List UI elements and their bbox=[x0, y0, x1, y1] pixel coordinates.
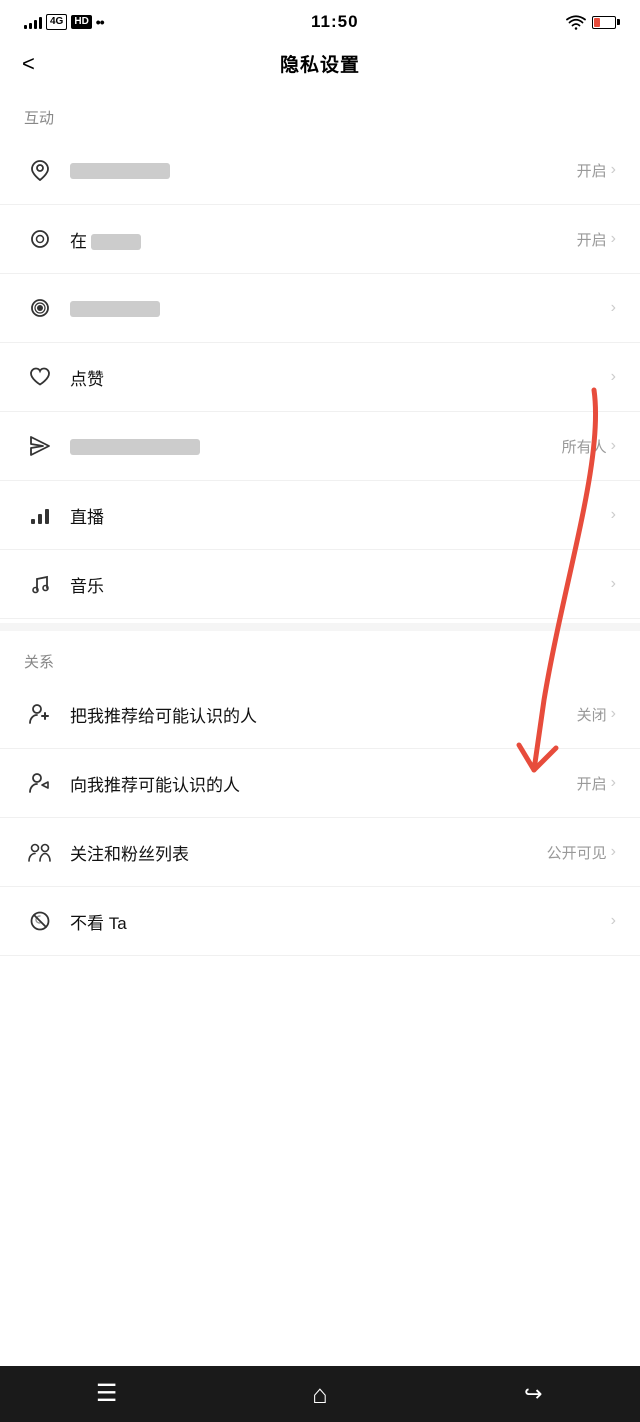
menu-item-status[interactable]: 在 开启 › bbox=[0, 205, 640, 274]
battery-icon bbox=[592, 16, 616, 29]
signal-bars-icon bbox=[24, 15, 42, 29]
location-text bbox=[70, 160, 577, 180]
location-icon bbox=[24, 154, 56, 186]
status-icon bbox=[24, 223, 56, 255]
4g-badge: 4G bbox=[46, 14, 67, 30]
like-text: 点赞 bbox=[70, 365, 611, 390]
follow-fans-right: 公开可见 › bbox=[547, 842, 616, 863]
dots-icon: •• bbox=[96, 14, 104, 30]
recommend-to-me-text: 向我推荐可能认识的人 bbox=[70, 771, 577, 796]
block-right: › bbox=[611, 912, 616, 930]
follow-fans-icon bbox=[24, 836, 56, 868]
back-icon-bottom: ↩ bbox=[524, 1383, 542, 1405]
section-divider bbox=[0, 623, 640, 631]
status-chevron: › bbox=[611, 230, 616, 248]
bottom-nav-menu[interactable]: ☰ bbox=[77, 1374, 137, 1414]
bottom-nav: ☰ ⌂ ↩ bbox=[0, 1366, 640, 1422]
recommend-me-chevron: › bbox=[611, 705, 616, 723]
menu-item-send[interactable]: 所有人 › bbox=[0, 412, 640, 481]
menu-item-follow-fans[interactable]: 关注和粉丝列表 公开可见 › bbox=[0, 818, 640, 887]
send-status: 所有人 bbox=[562, 436, 607, 457]
music-right: › bbox=[611, 575, 616, 593]
location-status: 开启 bbox=[577, 160, 607, 181]
recommend-to-me-chevron: › bbox=[611, 774, 616, 792]
recommend-to-me-status: 开启 bbox=[577, 773, 607, 794]
menu-item-recommend-me[interactable]: 把我推荐给可能认识的人 关闭 › bbox=[0, 680, 640, 749]
status-right-val: 开启 › bbox=[577, 229, 616, 250]
status-left: 4G HD •• bbox=[24, 14, 104, 30]
recommend-me-text: 把我推荐给可能认识的人 bbox=[70, 702, 577, 727]
status-bar: 4G HD •• 11:50 bbox=[0, 0, 640, 40]
back-button[interactable]: < bbox=[22, 51, 35, 77]
menu-item-like[interactable]: 点赞 › bbox=[0, 343, 640, 412]
recommend-to-me-right: 开启 › bbox=[577, 773, 616, 794]
live-text: 直播 bbox=[70, 503, 611, 528]
recommend-to-me-icon bbox=[24, 767, 56, 799]
view-chevron: › bbox=[611, 299, 616, 317]
bottom-nav-home[interactable]: ⌂ bbox=[290, 1374, 350, 1414]
menu-icon-bottom: ☰ bbox=[96, 1382, 118, 1406]
live-chevron: › bbox=[611, 506, 616, 524]
music-text: 音乐 bbox=[70, 572, 611, 597]
follow-fans-status: 公开可见 bbox=[547, 842, 607, 863]
view-icon bbox=[24, 292, 56, 324]
section-label-hudong: 互动 bbox=[0, 91, 640, 136]
music-chevron: › bbox=[611, 575, 616, 593]
menu-item-view[interactable]: › bbox=[0, 274, 640, 343]
like-right: › bbox=[611, 368, 616, 386]
view-text bbox=[70, 298, 611, 318]
location-chevron: › bbox=[611, 161, 616, 179]
view-right: › bbox=[611, 299, 616, 317]
live-icon bbox=[24, 499, 56, 531]
menu-item-live[interactable]: 直播 › bbox=[0, 481, 640, 550]
menu-item-recommend-to-me[interactable]: 向我推荐可能认识的人 开启 › bbox=[0, 749, 640, 818]
menu-item-block[interactable]: 不看 Ta › bbox=[0, 887, 640, 956]
guanxi-items-container: 把我推荐给可能认识的人 关闭 › 向我推荐可能认识的人 开启 › bbox=[0, 680, 640, 956]
location-right: 开启 › bbox=[577, 160, 616, 181]
music-icon bbox=[24, 568, 56, 600]
menu-item-location[interactable]: 开启 › bbox=[0, 136, 640, 205]
recommend-me-icon bbox=[24, 698, 56, 730]
live-right: › bbox=[611, 506, 616, 524]
block-icon bbox=[24, 905, 56, 937]
menu-item-music[interactable]: 音乐 › bbox=[0, 550, 640, 619]
like-chevron: › bbox=[611, 368, 616, 386]
recommend-me-status: 关闭 bbox=[577, 704, 607, 725]
block-chevron: › bbox=[611, 912, 616, 930]
page-title: 隐私设置 bbox=[280, 50, 360, 77]
follow-fans-text: 关注和粉丝列表 bbox=[70, 840, 547, 865]
hd-badge: HD bbox=[71, 15, 91, 29]
nav-bar: < 隐私设置 bbox=[0, 40, 640, 91]
send-chevron: › bbox=[611, 437, 616, 455]
send-text bbox=[70, 436, 562, 456]
recommend-me-right: 关闭 › bbox=[577, 704, 616, 725]
status-right bbox=[566, 15, 616, 30]
bottom-nav-back[interactable]: ↩ bbox=[503, 1374, 563, 1414]
wifi-icon bbox=[566, 15, 586, 30]
send-right: 所有人 › bbox=[562, 436, 616, 457]
block-text: 不看 Ta bbox=[70, 909, 611, 934]
section-label-guanxi: 关系 bbox=[0, 635, 640, 680]
like-icon bbox=[24, 361, 56, 393]
follow-fans-chevron: › bbox=[611, 843, 616, 861]
status-status: 开启 bbox=[577, 229, 607, 250]
send-icon bbox=[24, 430, 56, 462]
status-text: 在 bbox=[70, 227, 577, 252]
status-time: 11:50 bbox=[311, 12, 359, 32]
home-icon-bottom: ⌂ bbox=[312, 1381, 328, 1407]
